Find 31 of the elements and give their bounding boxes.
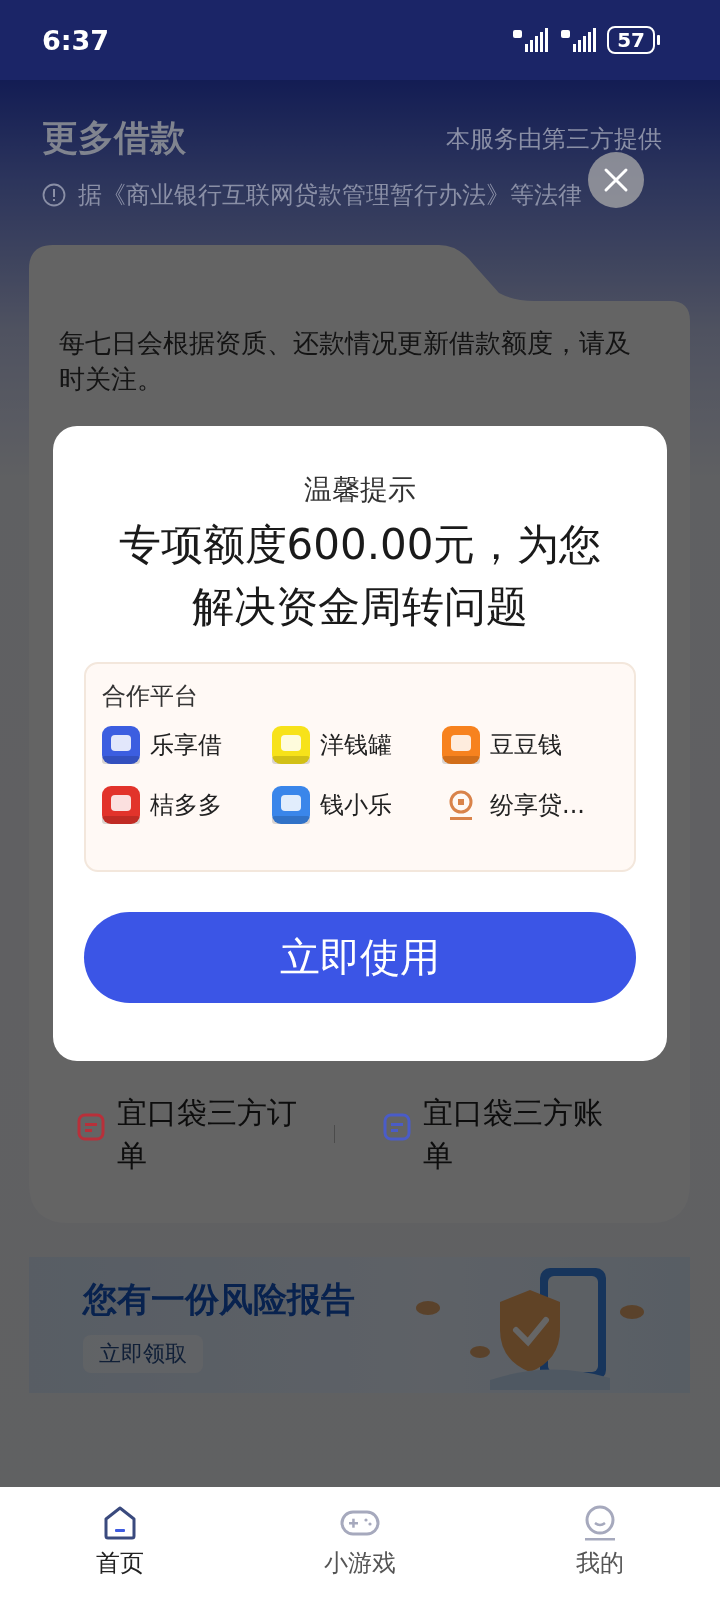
clock-time: 6:37 [42,24,110,56]
link-label: 宜口袋三方订单 [117,1094,298,1175]
offer-headline: 专项额度600.00元，为您解决资金周转问题 [117,519,603,633]
cellular-signal-icon [559,26,598,54]
dialog-title: 温馨提示 [303,472,417,508]
cellular-signal-icon [511,26,550,54]
close-icon [603,167,629,193]
platform-name: 桔多多 [150,790,222,821]
home-icon [102,1505,138,1541]
battery-level: 57 [607,26,655,54]
notice-text: 据《商业银行互联网贷款管理暂行办法》等法律 [78,180,582,211]
link-label: 宜口袋三方账单 [423,1094,605,1175]
platform-name: 豆豆钱 [490,730,562,761]
provider-note: 本服务由第三方提供 [446,123,662,155]
quota-update-text: 每七日会根据资质、还款情况更新借款额度，请及时关注。 [59,327,632,396]
nav-tab[interactable]: 小游戏 [240,1487,480,1610]
platform-name: 乐享借 [150,730,222,761]
platform-name: 钱小乐 [320,790,392,821]
platform-name: 纷享贷... [490,790,585,821]
banner-title: 您有一份风险报告 [83,1278,355,1321]
order-link[interactable]: 宜口袋三方订单 [59,1091,334,1177]
order-link[interactable]: 宜口袋三方账单 [365,1091,640,1177]
panel-title: 合作平台 [102,681,199,712]
nav-tab[interactable]: 我的 [480,1487,720,1610]
use-now-button[interactable]: 立即使用 [84,912,636,1003]
nav-tab[interactable]: 首页 [0,1487,240,1610]
platform-name: 洋钱罐 [320,730,392,761]
info-icon [42,183,66,207]
page-title: 更多借款 [42,116,186,160]
profile-icon [582,1505,618,1541]
close-button[interactable] [588,152,644,208]
